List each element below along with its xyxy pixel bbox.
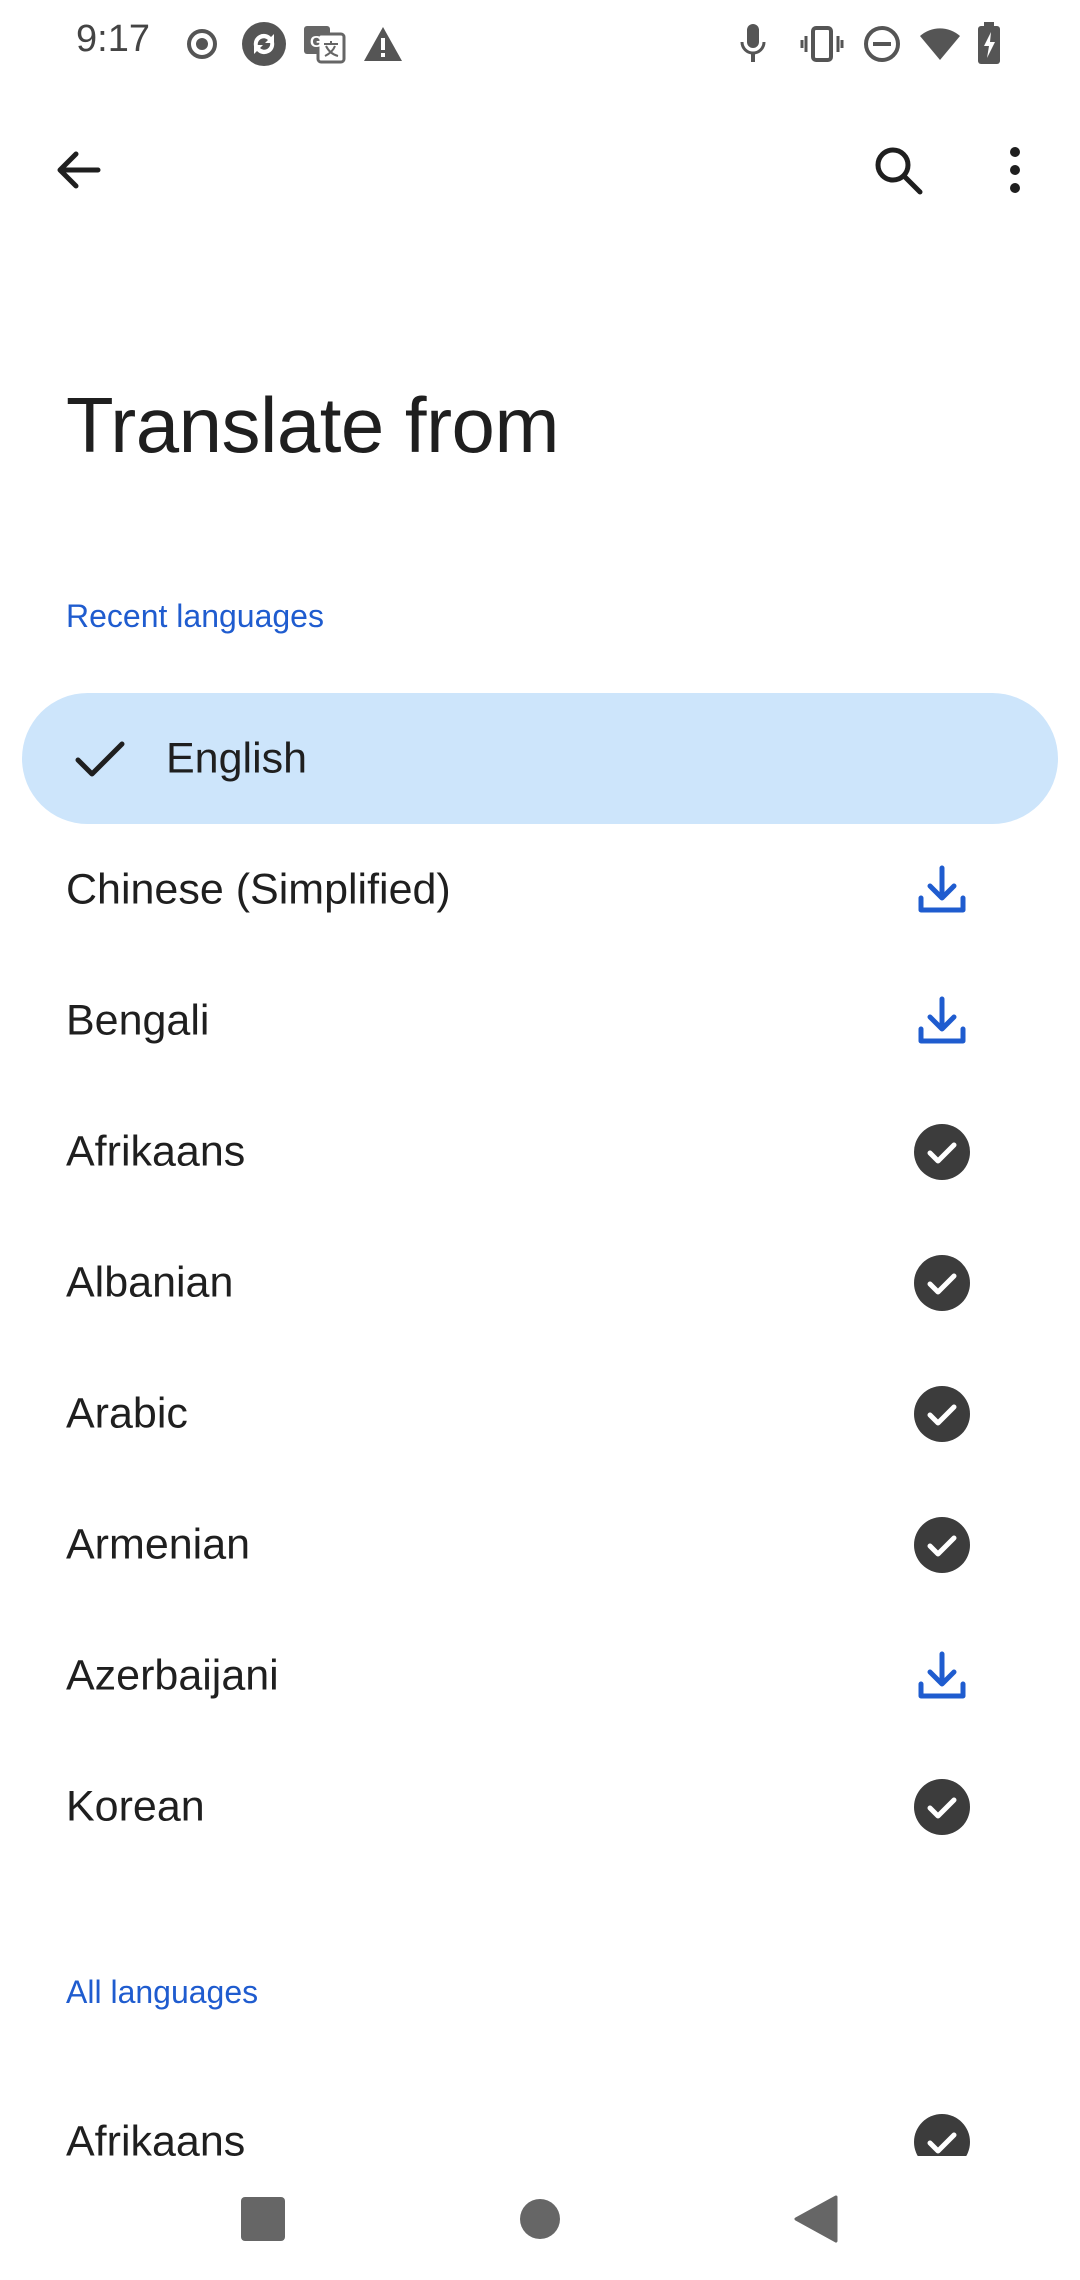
downloaded-check-icon[interactable] xyxy=(912,1777,972,1837)
language-name: Azerbaijani xyxy=(66,1651,279,1699)
page-title: Translate from xyxy=(66,381,559,469)
download-icon[interactable] xyxy=(912,1646,972,1706)
translate-app-icon: G xyxy=(302,20,346,68)
system-nav-bar xyxy=(0,2156,1080,2280)
language-row-korean[interactable]: Korean xyxy=(0,1741,1080,1872)
downloaded-check-icon[interactable] xyxy=(912,1515,972,1575)
search-icon[interactable] xyxy=(848,120,948,220)
svg-text:G: G xyxy=(310,34,322,51)
language-name: Afrikaans xyxy=(66,2117,246,2157)
back-triangle-icon[interactable] xyxy=(780,2184,850,2254)
download-icon[interactable] xyxy=(912,991,972,1051)
language-name: Arabic xyxy=(66,1389,188,1437)
home-circle-icon[interactable] xyxy=(505,2184,575,2254)
all-languages-list: Afrikaans xyxy=(0,2060,1080,2156)
arrow-back-icon[interactable] xyxy=(28,120,128,220)
wifi-icon xyxy=(918,20,962,68)
language-row-afrikaans-all[interactable]: Afrikaans xyxy=(0,2060,1080,2156)
language-row-azerbaijani[interactable]: Azerbaijani xyxy=(0,1610,1080,1741)
language-name: English xyxy=(166,734,308,782)
language-row-chinese-simplified[interactable]: Chinese (Simplified) xyxy=(0,824,1080,955)
do-not-disturb-icon xyxy=(862,20,902,68)
language-row-english[interactable]: English xyxy=(0,693,1080,824)
language-name: Afrikaans xyxy=(66,1127,246,1175)
language-name: Korean xyxy=(66,1782,205,1830)
status-bar: 9:17 G xyxy=(0,0,1080,90)
recent-languages-header: Recent languages xyxy=(66,598,324,634)
language-row-arabic[interactable]: Arabic xyxy=(0,1348,1080,1479)
downloaded-check-icon[interactable] xyxy=(912,2112,972,2156)
downloaded-check-icon[interactable] xyxy=(912,1253,972,1313)
more-vert-icon[interactable] xyxy=(965,120,1065,220)
download-icon[interactable] xyxy=(912,860,972,920)
language-row-albanian[interactable]: Albanian xyxy=(0,1217,1080,1348)
downloaded-check-icon[interactable] xyxy=(912,1122,972,1182)
language-name: Albanian xyxy=(66,1258,234,1306)
language-row-bengali[interactable]: Bengali xyxy=(0,955,1080,1086)
all-languages-header: All languages xyxy=(66,1974,259,2010)
app-bar xyxy=(0,110,1080,230)
sync-app-icon xyxy=(240,20,288,68)
warning-icon xyxy=(362,20,404,68)
vibrate-icon xyxy=(800,20,844,68)
mic-icon xyxy=(738,20,768,68)
check-icon xyxy=(70,729,130,789)
language-row-afrikaans[interactable]: Afrikaans xyxy=(0,1086,1080,1217)
language-name: Armenian xyxy=(66,1520,251,1568)
downloaded-check-icon[interactable] xyxy=(912,1384,972,1444)
language-row-armenian[interactable]: Armenian xyxy=(0,1479,1080,1610)
recents-square-icon[interactable] xyxy=(228,2184,298,2254)
language-name: Chinese (Simplified) xyxy=(66,865,451,913)
language-name: Bengali xyxy=(66,996,210,1044)
battery-charging-icon xyxy=(976,20,1002,68)
status-time: 9:17 xyxy=(76,18,150,60)
record-icon xyxy=(184,20,220,68)
